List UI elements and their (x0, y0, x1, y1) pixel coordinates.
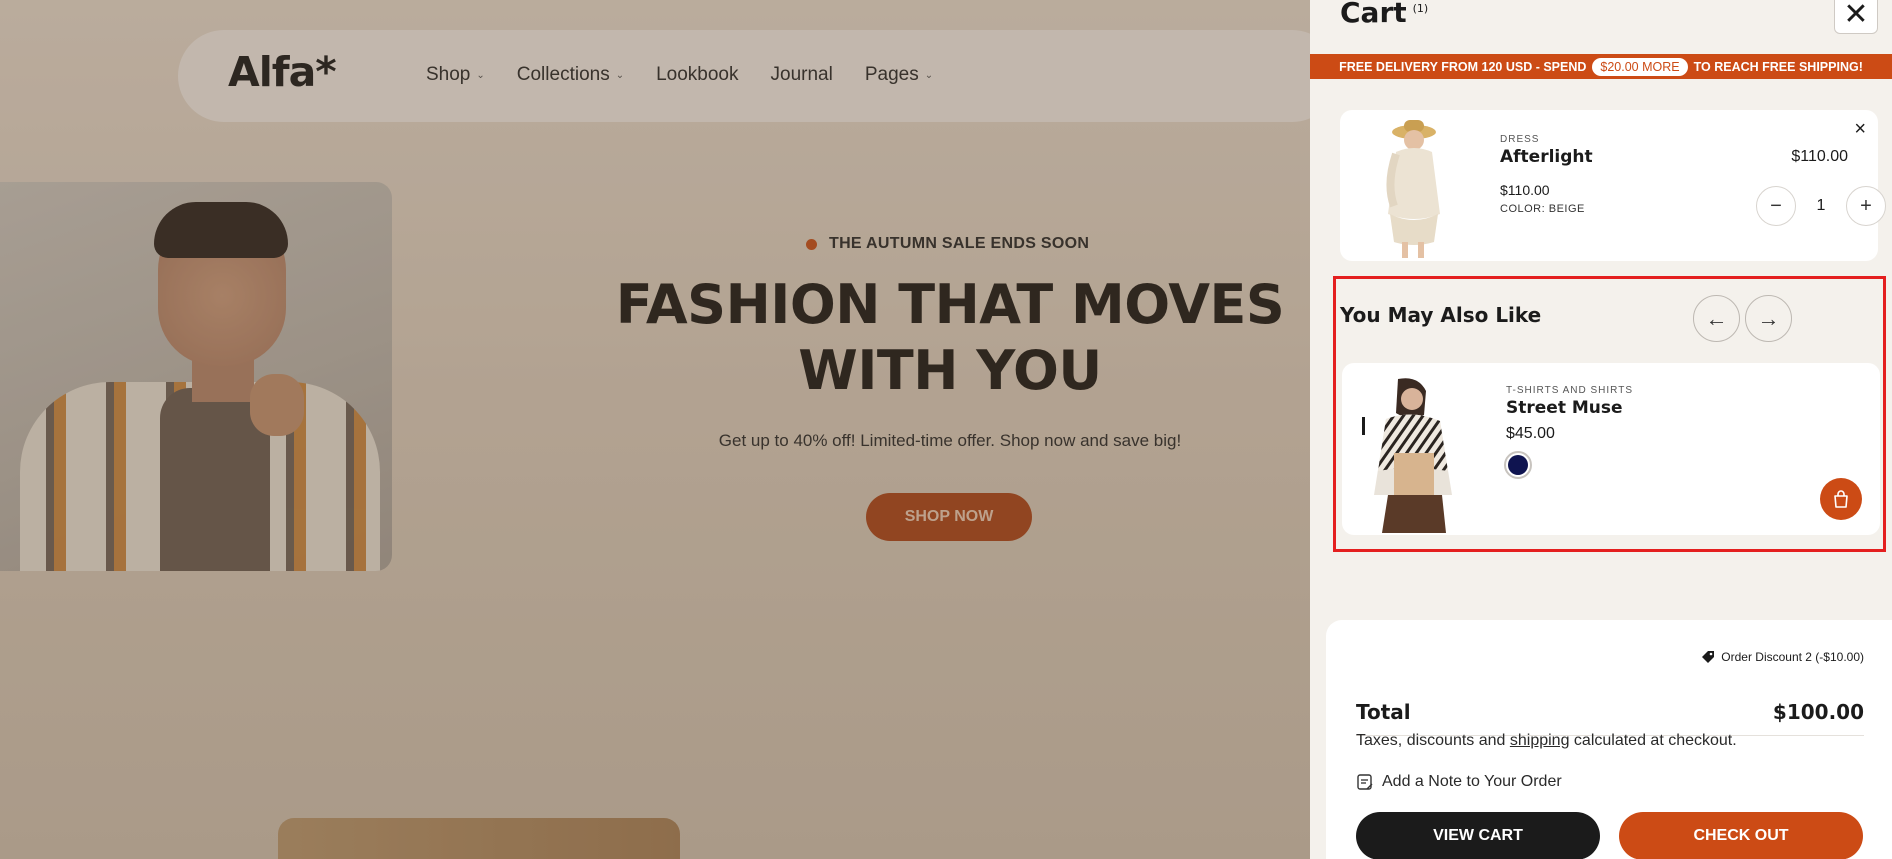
close-cart-button[interactable]: ✕ (1834, 0, 1878, 34)
cart-count: (1) (1412, 1, 1429, 15)
order-discount: Order Discount 2 (-$10.00) (1701, 650, 1864, 664)
cart-title: Cart (1) (1340, 0, 1429, 29)
cart-item: DRESS Afterlight $110.00 COLOR: BEIGE $1… (1340, 110, 1886, 261)
note-icon (1357, 774, 1373, 790)
shopping-bag-icon (1834, 490, 1848, 508)
total-value: $100.00 (1772, 700, 1864, 724)
cart-drawer: Cart (1) ✕ FREE DELIVERY FROM 120 USD - S… (1310, 0, 1892, 859)
item-category: DRESS (1500, 134, 1540, 145)
total-label: Total (1356, 700, 1411, 724)
quantity-stepper: − 1 + (1756, 186, 1886, 226)
carousel-next-button[interactable]: → (1745, 295, 1792, 342)
decrease-quantity-button[interactable]: − (1756, 186, 1796, 226)
color-swatch[interactable] (1504, 451, 1532, 479)
shipping-link[interactable]: shipping (1510, 732, 1570, 749)
item-line-total: $110.00 (1791, 148, 1848, 165)
item-color: COLOR: BEIGE (1500, 203, 1585, 215)
plus-icon: + (1860, 194, 1872, 217)
recommendations-title: You May Also Like (1340, 303, 1542, 327)
add-note-button[interactable]: Add a Note to Your Order (1356, 773, 1562, 791)
arrow-left-icon: ← (1705, 305, 1728, 331)
view-cart-button[interactable]: VIEW CART (1356, 812, 1600, 859)
product-category: T-SHIRTS AND SHIRTS (1506, 385, 1633, 396)
increase-quantity-button[interactable]: + (1846, 186, 1886, 226)
carousel-prev-button[interactable]: ← (1693, 295, 1740, 342)
free-shipping-bar: FREE DELIVERY FROM 120 USD - SPEND $20.0… (1310, 54, 1892, 79)
quantity-value[interactable]: 1 (1816, 197, 1826, 215)
close-icon: × (1854, 118, 1866, 140)
add-to-cart-button[interactable] (1820, 478, 1862, 520)
product-name[interactable]: Street Muse (1506, 398, 1623, 418)
arrow-right-icon: → (1757, 305, 1780, 331)
remove-item-button[interactable]: × (1854, 118, 1866, 141)
recommendations-section: You May Also Like ← → T-SHIRTS AND SHIRT… (1333, 276, 1886, 552)
tag-icon (1702, 651, 1715, 663)
product-image[interactable] (1352, 375, 1468, 533)
checkout-button[interactable]: CHECK OUT (1619, 812, 1863, 859)
tax-note: Taxes, discounts and shipping calculated… (1356, 732, 1737, 749)
total-row: Total $100.00 (1356, 680, 1864, 736)
product-image[interactable] (1360, 114, 1468, 260)
item-name[interactable]: Afterlight (1500, 147, 1593, 167)
close-icon: ✕ (1843, 0, 1869, 31)
overlay[interactable] (0, 0, 1310, 859)
product-price: $45.00 (1506, 425, 1555, 442)
recommended-product: T-SHIRTS AND SHIRTS Street Muse $45.00 (1342, 363, 1880, 535)
cart-summary: Order Discount 2 (-$10.00) Total $100.00… (1326, 620, 1892, 859)
shipping-remaining-amount: $20.00 MORE (1592, 57, 1688, 76)
minus-icon: − (1770, 194, 1782, 217)
item-price: $110.00 (1500, 182, 1550, 198)
